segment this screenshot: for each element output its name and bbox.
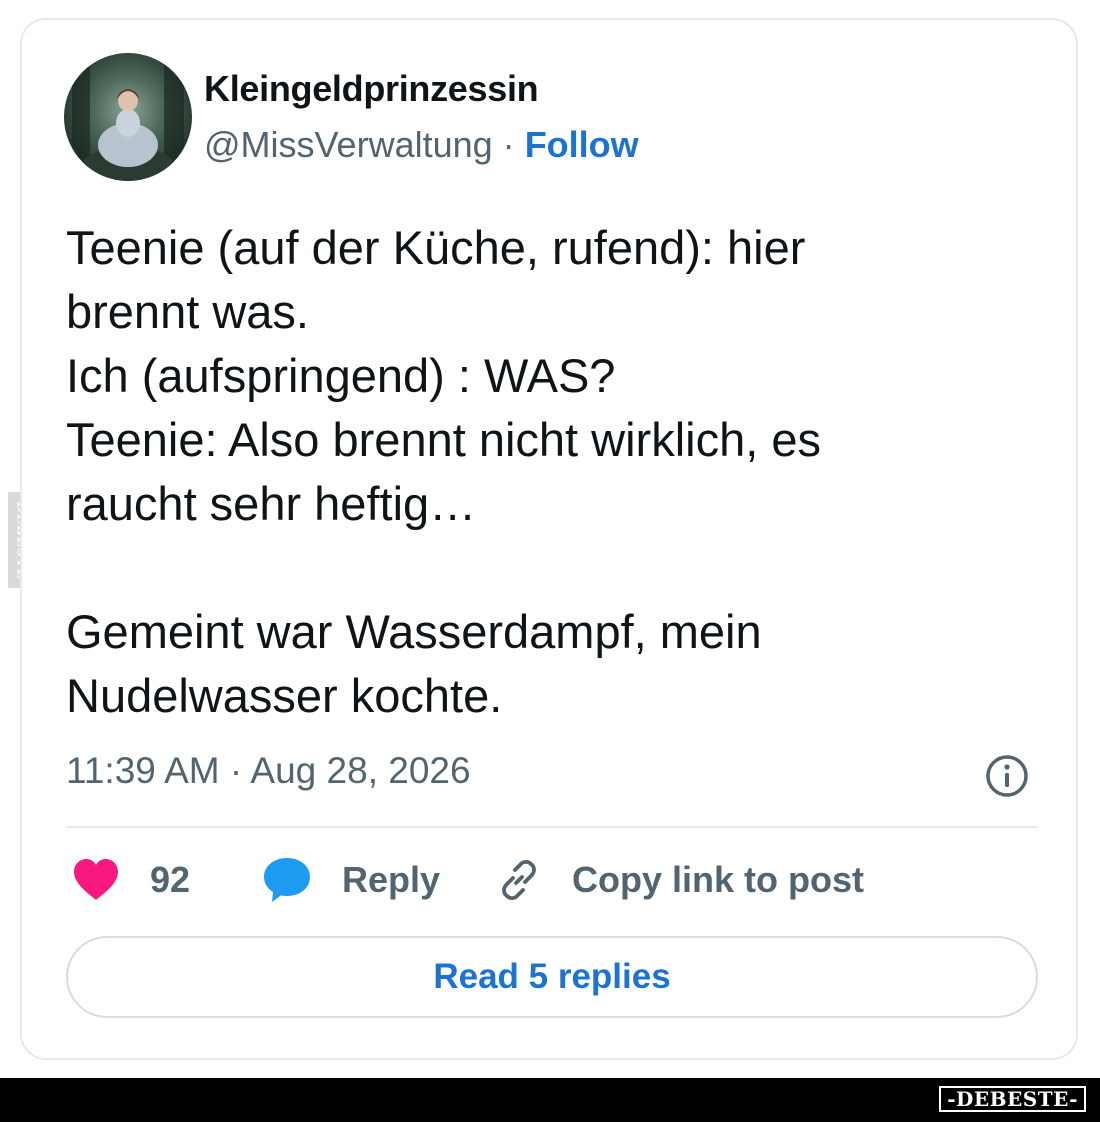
read-replies-button[interactable]: Read 5 replies: [66, 936, 1038, 1018]
reply-label: Reply: [342, 859, 441, 900]
reply-button[interactable]: Reply: [262, 852, 440, 908]
display-name[interactable]: Kleingeldprinzessin: [204, 68, 539, 110]
avatar-image: [72, 53, 184, 181]
page: DEBESTE Kleingeldprinzessin @MissVerwalt…: [0, 0, 1100, 1122]
user-handle[interactable]: @MissVerwaltung: [204, 124, 493, 165]
like-count: 92: [150, 859, 191, 900]
tweet-timestamp[interactable]: 11:39 AM · Aug 28, 2026: [66, 750, 471, 792]
footer-bar: -DEBESTE-: [0, 1078, 1100, 1122]
heart-icon: [74, 859, 118, 900]
tweet-card: Kleingeldprinzessin @MissVerwaltung · Fo…: [20, 18, 1078, 1060]
speech-bubble-icon: [264, 858, 310, 902]
avatar[interactable]: [64, 53, 192, 181]
tweet-text: Teenie (auf der Küche, rufend): hier bre…: [66, 221, 821, 722]
like-button[interactable]: 92: [72, 852, 190, 908]
action-bar: 92 Reply Copy link to post: [66, 852, 1038, 908]
divider: [66, 826, 1038, 828]
copy-link-label: Copy link to post: [572, 859, 864, 900]
follow-button[interactable]: Follow: [525, 124, 639, 165]
info-icon[interactable]: [984, 753, 1030, 799]
copy-link-button[interactable]: Copy link to post: [496, 852, 864, 908]
link-icon: [502, 859, 536, 901]
footer-watermark-logo: -DEBESTE-: [939, 1086, 1086, 1112]
separator-dot: ·: [502, 124, 515, 165]
handle-row: @MissVerwaltung · Follow: [204, 124, 639, 166]
